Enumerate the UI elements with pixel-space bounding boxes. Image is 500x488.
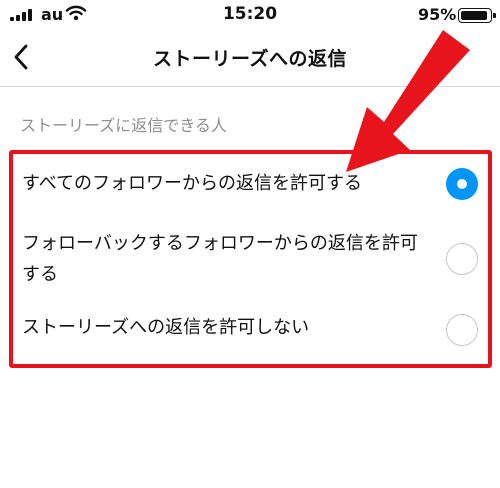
header-divider	[0, 86, 500, 87]
option-label: フォローバックするフォロワーからの返信を許可する	[22, 233, 418, 285]
option-replies-off[interactable]: ストーリーズへの返信を許可しない	[0, 310, 500, 360]
option-label: すべてのフォロワーからの返信を許可する	[22, 173, 363, 194]
page-title: ストーリーズへの返信	[152, 48, 348, 70]
radio-button[interactable]	[446, 168, 478, 200]
section-label: ストーリーズに返信できる人	[20, 116, 227, 135]
battery-icon	[458, 8, 496, 23]
battery-percentage: 95%	[418, 5, 457, 24]
option-label: ストーリーズへの返信を許可しない	[22, 317, 310, 338]
radio-button[interactable]	[446, 314, 478, 346]
status-bar: au 15:20 95%	[0, 0, 500, 30]
option-followers-you-follow-back[interactable]: フォローバックするフォロワーからの返信を許可する	[0, 226, 500, 296]
radio-button[interactable]	[446, 243, 478, 275]
nav-header: ストーリーズへの返信	[0, 30, 500, 86]
option-all-followers[interactable]: すべてのフォロワーからの返信を許可する	[0, 166, 500, 216]
